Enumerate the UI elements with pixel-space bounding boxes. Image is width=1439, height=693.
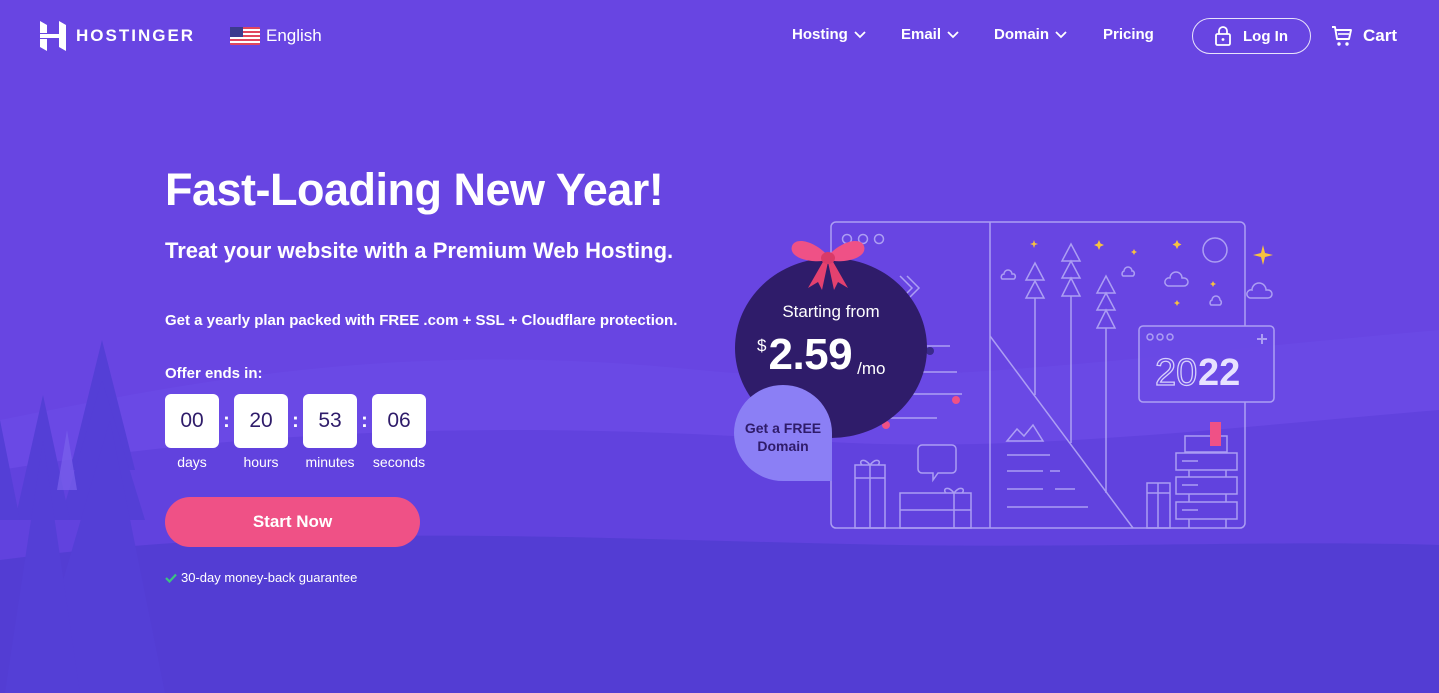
countdown-minutes: 53 minutes: [303, 394, 357, 470]
background-landscape: [0, 330, 1439, 693]
hero-title: Fast-Loading New Year!: [165, 164, 664, 215]
nav-domain-label: Domain: [994, 26, 1050, 43]
nav-email[interactable]: Email: [901, 26, 959, 43]
start-now-button[interactable]: Start Now: [165, 497, 420, 547]
chevron-down-icon: [947, 30, 959, 38]
lock-icon: [1215, 26, 1231, 46]
logo[interactable]: HOSTINGER: [40, 21, 195, 51]
countdown-separator: :: [223, 409, 230, 432]
free-domain-line2: Domain: [757, 438, 809, 454]
countdown-value: 20: [234, 394, 288, 448]
hostinger-logo-icon: [40, 21, 66, 51]
chevron-down-icon: [854, 30, 866, 38]
nav-email-label: Email: [901, 26, 942, 43]
bow-icon: [791, 241, 865, 290]
nav-pricing-label: Pricing: [1103, 26, 1154, 43]
cart-icon: [1332, 26, 1352, 46]
nav-hosting-label: Hosting: [792, 26, 848, 43]
countdown-value: 53: [303, 394, 357, 448]
nav-domain[interactable]: Domain: [994, 26, 1067, 43]
countdown-hours: 20 hours: [234, 394, 288, 470]
free-domain-badge: Get a FREE Domain: [734, 385, 832, 481]
price-period: /mo: [857, 359, 886, 378]
price-currency: $: [757, 336, 767, 355]
starting-from-label: Starting from: [782, 302, 880, 321]
cart-label: Cart: [1363, 26, 1398, 45]
countdown-label: days: [177, 454, 207, 470]
countdown-separator: :: [292, 409, 299, 432]
cart-button[interactable]: Cart: [1331, 25, 1397, 47]
pine-trees: [0, 340, 165, 693]
nav-hosting[interactable]: Hosting: [792, 26, 866, 43]
countdown-label: hours: [243, 454, 279, 470]
countdown-seconds: 06 seconds: [372, 394, 426, 470]
hero-subtitle: Treat your website with a Premium Web Ho…: [165, 238, 674, 263]
price: $ 2.59 /mo: [757, 330, 885, 380]
offer-label: Offer ends in:: [165, 365, 263, 382]
logo-text: HOSTINGER: [76, 26, 196, 45]
login-button[interactable]: Log In: [1192, 18, 1311, 54]
countdown-value: 00: [165, 394, 219, 448]
language-selector[interactable]: English: [230, 26, 322, 46]
countdown-label: minutes: [305, 454, 355, 470]
countdown-days: 00 days: [165, 394, 219, 470]
countdown-timer: 00 days : 20 hours : 53 minutes : 06 sec…: [165, 394, 426, 470]
hero-description: Get a yearly plan packed with FREE .com …: [165, 312, 678, 329]
login-label: Log In: [1243, 27, 1288, 45]
free-domain-line1: Get a FREE: [744, 420, 822, 436]
chevron-down-icon: [1055, 30, 1067, 38]
us-flag-icon: [230, 27, 260, 45]
money-back-guarantee: 30-day money-back guarantee: [165, 570, 357, 585]
guarantee-text: 30-day money-back guarantee: [181, 570, 358, 585]
price-amount: 2.59: [768, 330, 853, 379]
countdown-value: 06: [372, 394, 426, 448]
site-header: HOSTINGER English Hosting Email Domain P…: [0, 0, 1439, 72]
countdown-label: seconds: [372, 454, 426, 470]
countdown-separator: :: [361, 409, 368, 432]
nav-pricing[interactable]: Pricing: [1103, 26, 1154, 43]
checkmark-icon: [165, 573, 177, 583]
language-label: English: [266, 26, 322, 45]
